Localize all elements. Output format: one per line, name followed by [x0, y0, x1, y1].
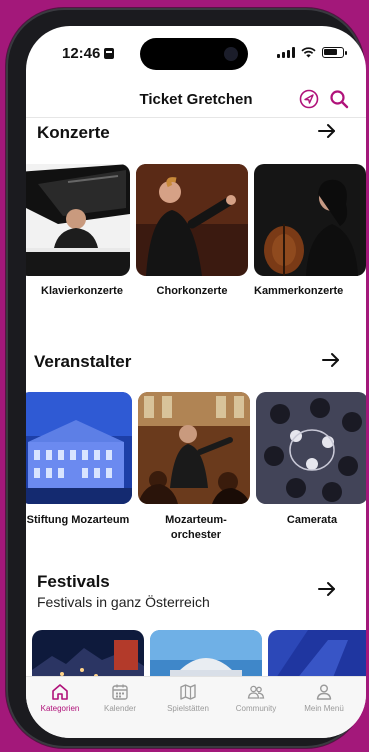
home-icon	[52, 684, 68, 700]
person-icon	[316, 684, 332, 700]
dynamic-island	[140, 38, 248, 70]
map-icon	[180, 684, 196, 700]
wifi-icon	[301, 47, 316, 58]
building-image	[26, 392, 132, 504]
focus-icon	[104, 48, 115, 59]
card-label-mozarteum-orchester: Mozarteum- orchester	[136, 513, 256, 543]
section-subtitle-festivals: Festivals in ganz Österreich	[37, 594, 210, 610]
card-klavierkonzerte[interactable]	[26, 164, 130, 276]
status-time-text: 12:46	[62, 45, 101, 62]
card-label-line: Mozarteum-	[165, 514, 227, 526]
community-icon	[247, 685, 265, 699]
card-label-stiftung-mozarteum: Stiftung Mozarteum	[26, 514, 130, 526]
card-stiftung-mozarteum[interactable]	[26, 392, 132, 504]
section-title-festivals: Festivals	[37, 572, 110, 591]
tab-kalender[interactable]: Kalender	[86, 683, 154, 713]
arrow-right-icon[interactable]	[316, 578, 338, 600]
arrow-right-icon[interactable]	[316, 120, 338, 142]
tab-community[interactable]: Community	[222, 683, 290, 713]
search-icon[interactable]	[328, 88, 350, 110]
piano-image	[26, 164, 130, 276]
card-label-chorkonzerte: Chorkonzerte	[156, 285, 228, 297]
conductor-image	[136, 164, 248, 276]
tab-label: Mein Menü	[304, 704, 344, 713]
camerata-image	[256, 392, 366, 504]
card-label-klavierkonzerte: Klavierkonzerte	[41, 285, 123, 297]
violinist-image	[254, 164, 366, 276]
status-time: 12:46	[62, 45, 115, 62]
navigation-bar: Ticket Gretchen	[26, 82, 366, 118]
card-mozarteum-orchester[interactable]	[138, 392, 250, 504]
signal-icon	[277, 47, 295, 58]
section-title-konzerte: Konzerte	[37, 123, 110, 142]
card-chorkonzerte[interactable]	[136, 164, 248, 276]
tab-label: Spielstätten	[167, 704, 209, 713]
tab-kategorien[interactable]: Kategorien	[26, 683, 94, 713]
status-bar: 12:46	[26, 26, 366, 82]
card-label-kammerkonzerte: Kammerkonzerte	[254, 285, 344, 297]
section-title-veranstalter: Veranstalter	[34, 352, 132, 371]
tab-label: Community	[235, 704, 277, 713]
card-label-camerata: Camerata	[286, 514, 338, 526]
calendar-icon	[112, 684, 128, 700]
app-screen: 12:46 Ticket Gretchen Konzerte Klavierko…	[26, 26, 366, 738]
location-icon[interactable]	[298, 88, 320, 110]
camera-icon	[224, 47, 238, 61]
card-kammerkonzerte[interactable]	[254, 164, 366, 276]
arrow-right-icon[interactable]	[320, 349, 342, 371]
battery-icon	[322, 47, 347, 58]
tab-bar: Kategorien Kalender Spielstätten Communi…	[26, 676, 366, 738]
tab-mein-menue[interactable]: Mein Menü	[290, 683, 358, 713]
orchestra-image	[138, 392, 250, 504]
system-icons	[277, 47, 347, 58]
tab-label: Kalender	[103, 704, 137, 713]
tab-label: Kategorien	[40, 704, 80, 713]
tab-spielstaetten[interactable]: Spielstätten	[154, 683, 222, 713]
card-label-line: orchester	[170, 529, 222, 541]
card-camerata[interactable]	[256, 392, 366, 504]
